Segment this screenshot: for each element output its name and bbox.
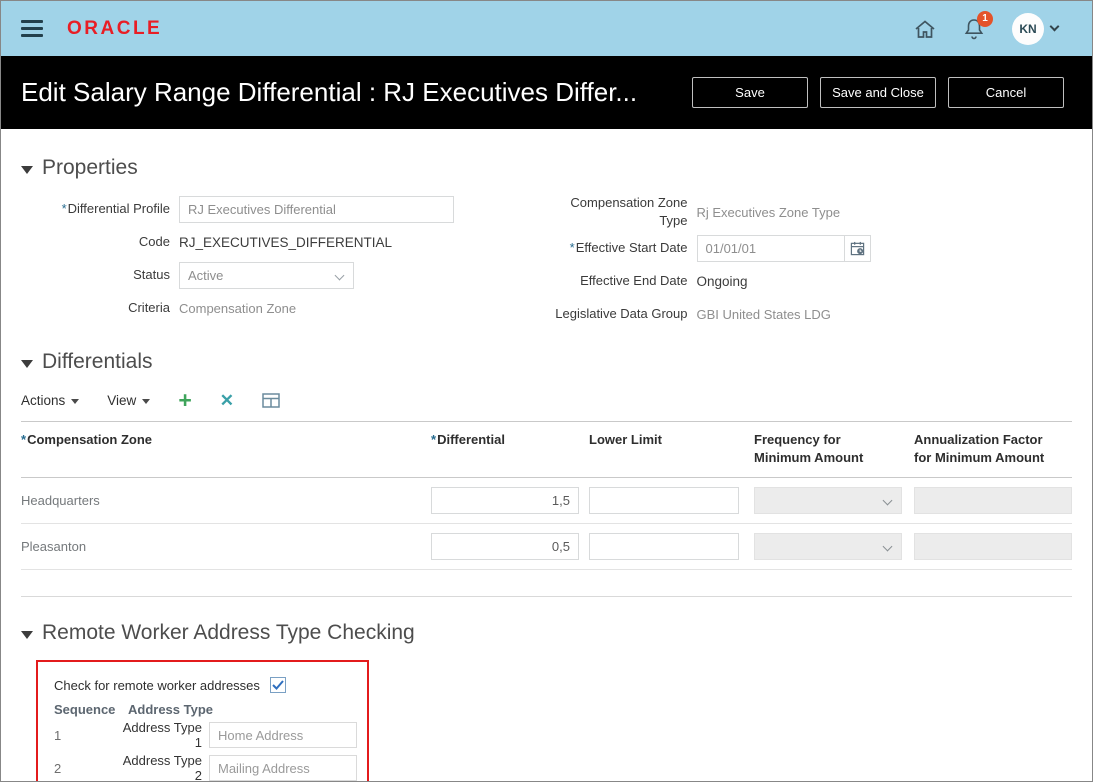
annualization-field-disabled [914,533,1072,561]
status-select[interactable]: Active [179,261,354,289]
differential-profile-input[interactable] [179,195,454,223]
lower-limit-input[interactable] [589,533,739,561]
section-differentials-title: Differentials [42,350,153,373]
code-label: Code [138,234,170,250]
view-menu-label: View [107,393,137,408]
required-marker: * [61,201,67,217]
page-title: Edit Salary Range Differential : RJ Exec… [21,77,638,107]
chevron-down-icon [882,495,893,506]
annualization-field-disabled [914,487,1072,515]
table-header-row: *Compensation Zone *Differential Lower L… [21,421,1072,479]
lower-limit-input[interactable] [589,487,739,515]
navigator-menu-icon[interactable] [21,16,43,41]
frequency-select-disabled [754,487,902,515]
effective-end-value: Ongoing [696,273,748,289]
address-type-input[interactable] [209,722,357,749]
notifications-icon[interactable]: 1 [964,10,993,40]
ldg-value: GBI United States LDG [696,306,831,322]
save-button[interactable]: Save [692,77,808,108]
address-row: 2 Address Type 2 [48,753,357,782]
cancel-button[interactable]: Cancel [948,77,1064,108]
differentials-table: *Compensation Zone *Differential Lower L… [21,421,1072,598]
actions-menu-label: Actions [21,393,66,408]
differential-profile-label: *Differential Profile [61,201,170,217]
address-type-input[interactable] [209,755,357,781]
column-header-frequency: Frequency for Minimum Amount [754,432,864,465]
chevron-down-icon [882,541,893,552]
column-header-sequence: Sequence [54,702,116,718]
ldg-label: Legislative Data Group [555,306,688,322]
view-menu[interactable]: View [107,393,151,408]
required-marker: * [569,240,575,256]
collapse-triangle-icon [21,359,33,368]
column-header-compensation-zone: *Compensation Zone [21,432,153,447]
collapse-triangle-icon [21,630,33,639]
zone-cell: Headquarters [21,493,100,509]
table-row[interactable]: Pleasanton [21,524,1072,571]
avatar: KN [1012,12,1044,45]
status-value: Active [188,267,224,283]
comp-zone-type-label: Compensation Zone Type [570,195,688,228]
application-window: ORACLE 1 KN Edit Salary Range Differenti… [0,0,1093,782]
remote-checkbox-label: Check for remote worker addresses [54,677,260,693]
address-type-label: Address Type 1 [122,720,202,751]
differential-input[interactable] [431,533,579,561]
actions-menu[interactable]: Actions [21,393,80,408]
column-header-address-type: Address Type [128,702,214,718]
criteria-value: Compensation Zone [179,300,297,316]
table-end-divider [21,596,1072,598]
effective-start-date-input[interactable] [696,234,845,262]
column-header-differential: *Differential [431,432,505,447]
home-icon[interactable] [914,19,936,39]
table-row[interactable]: Headquarters [21,478,1072,525]
address-table-header: Sequence Address Type [48,702,357,717]
remote-worker-highlight-box: Check for remote worker addresses Sequen… [36,660,369,782]
notification-badge: 1 [977,10,993,27]
effective-end-label: Effective End Date [580,273,688,289]
add-row-icon[interactable]: + [178,389,191,412]
sequence-value: 1 [54,727,62,743]
zone-cell: Pleasanton [21,539,87,555]
section-remote-worker-title: Remote Worker Address Type Checking [42,621,415,645]
remote-addresses-checkbox[interactable] [269,677,286,694]
code-value: RJ_EXECUTIVES_DIFFERENTIAL [179,234,393,250]
chevron-down-icon [71,399,80,404]
section-remote-worker[interactable]: Remote Worker Address Type Checking [21,621,1072,645]
delete-row-icon[interactable]: ✕ [220,392,234,409]
collapse-triangle-icon [21,165,33,174]
global-toolbar: ORACLE 1 KN [1,1,1092,56]
sequence-value: 2 [54,760,62,776]
differential-input[interactable] [431,487,579,515]
status-label: Status [133,267,170,283]
detach-icon[interactable] [262,393,280,408]
criteria-label: Criteria [128,300,170,316]
column-header-lower-limit: Lower Limit [589,432,662,447]
effective-start-label: *Effective Start Date [569,240,688,256]
calendar-icon[interactable] [843,234,871,262]
user-menu[interactable]: KN [1012,12,1060,45]
properties-form: *Differential Profile Code RJ_EXECUTIVES… [21,193,1072,331]
section-differentials[interactable]: Differentials [21,350,1072,374]
required-marker: * [21,432,27,447]
chevron-down-icon [142,399,151,404]
section-properties-title: Properties [42,156,138,179]
page-header: Edit Salary Range Differential : RJ Exec… [1,56,1092,129]
section-properties[interactable]: Properties [21,156,1072,180]
frequency-select-disabled [754,533,902,561]
address-type-label: Address Type 2 [122,753,202,782]
required-marker: * [431,432,437,447]
oracle-logo: ORACLE [67,17,163,39]
save-and-close-button[interactable]: Save and Close [820,77,936,108]
chevron-down-icon [1049,21,1060,32]
chevron-down-icon [334,270,345,280]
address-row: 1 Address Type 1 [48,720,357,750]
differentials-toolbar: Actions View + ✕ [21,389,1072,412]
comp-zone-type-value: Rj Executives Zone Type [696,204,841,220]
column-header-annualization: Annualization Factor for Minimum Amount [914,432,1045,465]
